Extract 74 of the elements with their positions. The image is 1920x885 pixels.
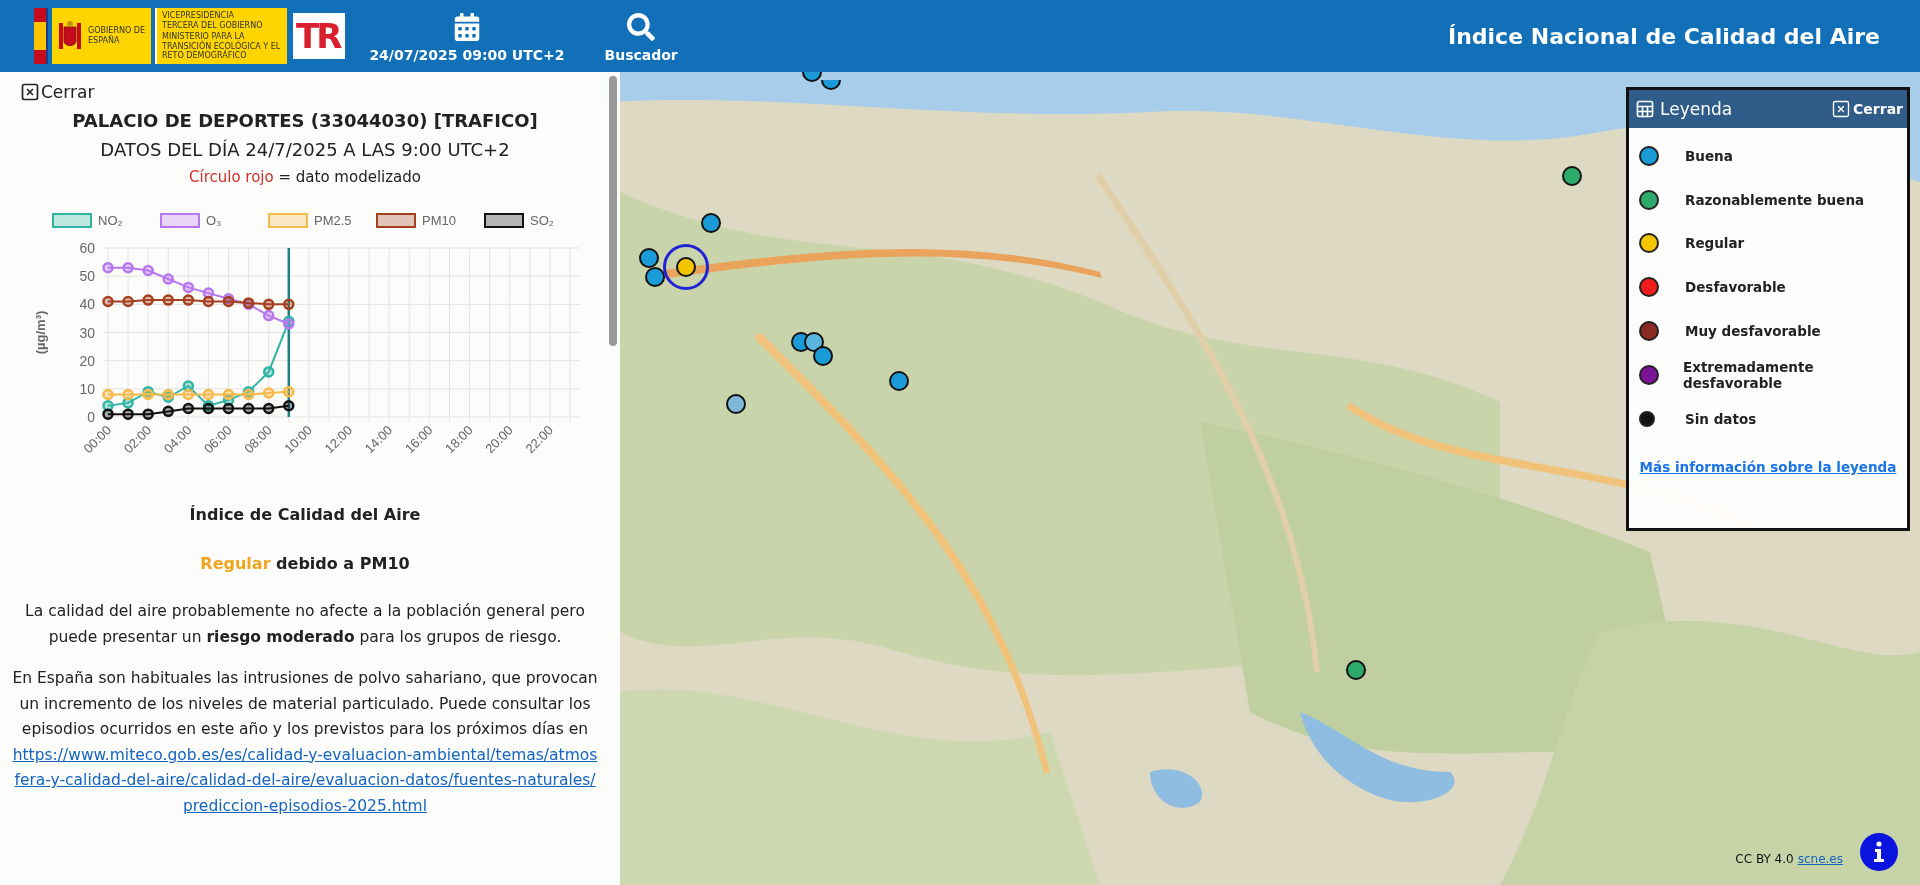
- scrollbar-thumb[interactable]: [609, 76, 617, 346]
- y-tick-label: 40: [79, 296, 95, 313]
- data-point[interactable]: [283, 298, 295, 311]
- logo-text: MINISTERIO PARA LA TRANSICIÓN ECOLÓGICA Y EL RETO DEMOGRÁFICO: [162, 32, 282, 61]
- calendar-icon: [452, 13, 481, 41]
- close-icon: [1831, 99, 1852, 119]
- station-title: PALACIO DE DEPORTES (33044030) [TRAFICO]: [72, 110, 538, 131]
- health-advice: La calidad del aire probablemente no afecte a la población general pero puede presentar un riesgo moderado para los grupos de riesgo.: [24, 601, 586, 648]
- data-point[interactable]: [182, 402, 195, 415]
- info-icon: [1872, 841, 1886, 863]
- legend-info-link[interactable]: Más información sobre la leyenda: [1639, 458, 1897, 475]
- attribution-link[interactable]: scne.es: [1797, 852, 1843, 866]
- saharan-dust-note: En España son habituales las intrusiones de polvo sahariano, que provocan un incremento de los niveles de material particulado. Puede consultar los episodios ocurridos en este año y los previstos para los próximos días en https://www.miteco.gob.es/es/calidad-y-evaluacion-ambiental/temas/atmosfera-y-calidad-del-aire/calidad-del-aire/evaluacion-datos/fuentes-naturales/prediccion-episodios-2025.html: [12, 666, 598, 820]
- legend-label: Sin datos: [1685, 410, 1757, 427]
- station-marker[interactable]: [645, 267, 665, 287]
- date-button[interactable]: 24/07/2025 09:00 UTC+2: [369, 9, 565, 63]
- y-tick-label: 0: [87, 409, 95, 425]
- y-axis-label: (µg/m³): [33, 310, 48, 355]
- legend-swatch[interactable]: [376, 213, 416, 228]
- legend-label: PM10: [422, 213, 456, 228]
- data-point[interactable]: [262, 402, 275, 415]
- data-point[interactable]: [222, 394, 235, 406]
- data-point[interactable]: [102, 295, 114, 308]
- y-tick-label: 20: [79, 352, 95, 369]
- legend-label: SO₂: [530, 213, 554, 228]
- data-point[interactable]: [222, 402, 235, 415]
- modelled-note: Círculo rojo = dato modelizado: [189, 168, 421, 186]
- legend-label: Regular: [1685, 235, 1745, 252]
- data-point[interactable]: [122, 295, 134, 308]
- data-point[interactable]: [283, 400, 295, 412]
- index-level: Regular debido a PM10: [200, 554, 410, 573]
- legend-label: O₃: [206, 213, 222, 228]
- search-icon: [627, 13, 656, 41]
- y-tick-label: 30: [79, 324, 95, 341]
- data-point[interactable]: [142, 294, 154, 306]
- y-tick-label: 50: [79, 268, 95, 285]
- data-point[interactable]: [102, 400, 114, 412]
- legend-label: Extremadamente desfavorable: [1682, 358, 1815, 391]
- close-button[interactable]: Cerrar: [12, 82, 95, 102]
- legend-label: NO₂: [98, 213, 123, 228]
- data-point[interactable]: [162, 294, 174, 306]
- logo-mark: TR: [293, 13, 346, 59]
- legend-label: Muy desfavorable: [1685, 323, 1821, 340]
- table-icon: [1635, 99, 1655, 119]
- legend-swatch[interactable]: [52, 213, 92, 228]
- legend-swatch[interactable]: [160, 213, 200, 228]
- episodes-link[interactable]: https://www.miteco.gob.es/es/calidad-y-evaluacion-ambiental/temas/atmosfera-y-calidad-del-aire/calidad-del-aire/evaluacion-datos/fuentes-naturales/prediccion-episodios-2025.html: [12, 742, 598, 820]
- y-tick-label: 60: [79, 240, 95, 256]
- data-point[interactable]: [242, 402, 255, 415]
- legend-label: Razonablemente buena: [1685, 191, 1865, 208]
- logo-text: GOBIERNO DE ESPAÑA: [88, 26, 146, 46]
- data-point[interactable]: [202, 287, 215, 299]
- legend-label: Desfavorable: [1685, 279, 1786, 296]
- data-point[interactable]: [262, 298, 275, 311]
- logo-text: VICEPRESIDENCIA TERCERA DEL GOBIERNO: [162, 11, 264, 31]
- attribution-text: CC BY 4.0: [1735, 852, 1794, 866]
- close-icon: [20, 82, 40, 102]
- data-point[interactable]: [122, 408, 134, 420]
- data-point[interactable]: [142, 408, 154, 420]
- legend-label: Buena: [1685, 147, 1733, 164]
- app-title: Índice Nacional de Calidad del Aire: [1447, 23, 1880, 49]
- index-heading: Índice de Calidad del Aire: [189, 505, 421, 524]
- data-date: DATOS DEL DÍA 24/7/2025 A LAS 9:00 UTC+2: [100, 139, 510, 160]
- legend-swatch[interactable]: [484, 213, 524, 228]
- data-point[interactable]: [102, 408, 114, 420]
- y-tick-label: 10: [79, 380, 95, 397]
- data-point[interactable]: [182, 294, 195, 306]
- data-point[interactable]: [202, 295, 215, 308]
- search-button[interactable]: Buscador: [604, 9, 678, 63]
- legend-title: Leyenda: [1660, 99, 1733, 119]
- legend-close-button[interactable]: Cerrar: [1831, 99, 1903, 119]
- data-point[interactable]: [162, 405, 174, 418]
- flag-icon: [34, 8, 48, 64]
- legend-label: PM2.5: [314, 213, 352, 228]
